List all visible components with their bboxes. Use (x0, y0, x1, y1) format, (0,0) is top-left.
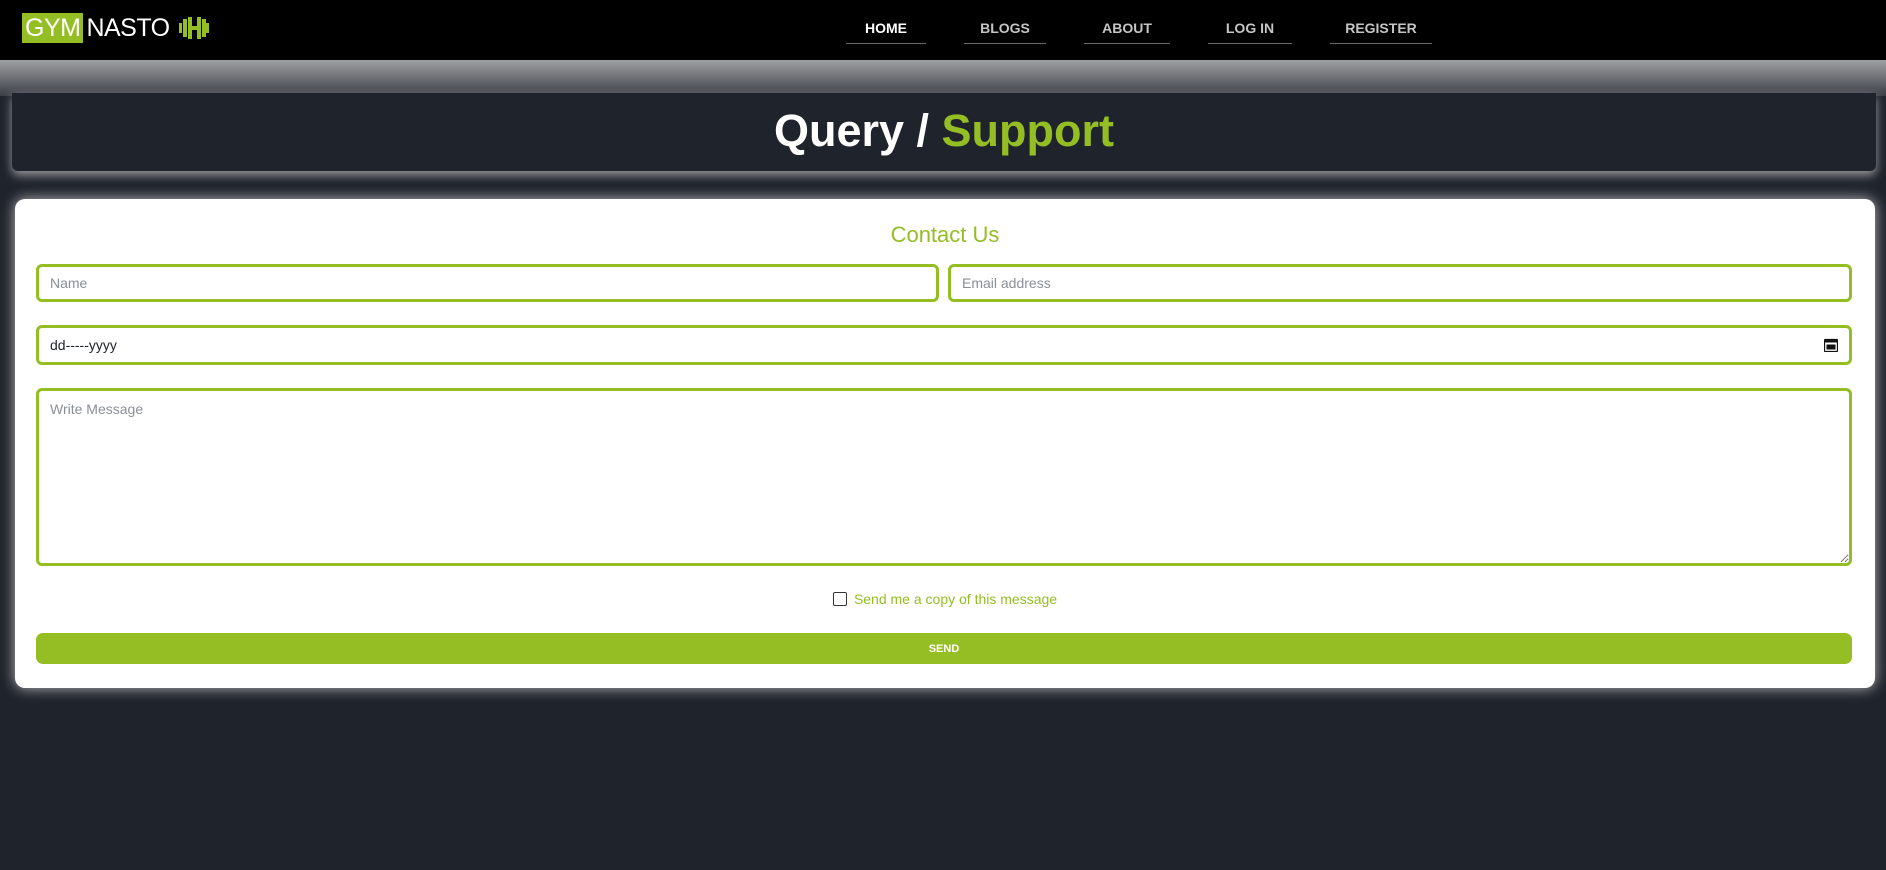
nav-about[interactable]: ABOUT (1084, 18, 1170, 44)
brand-logo-nasto: NASTO (86, 13, 170, 42)
contact-form-title: Contact Us (890, 222, 1000, 247)
date-input[interactable]: dd-----yyyy (36, 325, 1852, 365)
brand-logo[interactable]: GYM NASTO (22, 13, 209, 43)
message-textarea[interactable] (36, 388, 1852, 566)
copy-checkbox[interactable] (832, 591, 847, 606)
page-title: Query / Support (12, 106, 1876, 156)
nav-register[interactable]: REGISTER (1330, 18, 1432, 44)
email-input[interactable] (948, 264, 1852, 302)
calendar-icon[interactable] (1824, 338, 1838, 352)
copy-checkbox-label[interactable]: Send me a copy of this message (854, 591, 1057, 607)
nav-login[interactable]: LOG IN (1208, 18, 1292, 44)
copy-checkbox-row: Send me a copy of this message (15, 590, 1875, 610)
page-banner: Query / Support (12, 93, 1876, 171)
navbar: GYM NASTO HOME BLOGS ABOUT LOG IN REGIST… (0, 0, 1886, 60)
dumbbell-icon (178, 17, 209, 39)
name-input[interactable] (36, 264, 939, 302)
brand-logo-gym: GYM (22, 13, 84, 43)
page-title-query: Query / (773, 105, 942, 156)
nav-blogs[interactable]: BLOGS (964, 18, 1046, 44)
nav-home[interactable]: HOME (846, 18, 926, 44)
contact-form-card: Contact Us dd-----yyyy Send me a copy of… (15, 199, 1875, 688)
banner-glow (0, 60, 1886, 96)
send-button[interactable]: SEND (36, 633, 1852, 664)
date-input-value: dd-----yyyy (50, 337, 117, 353)
page-title-support: Support (941, 105, 1115, 156)
